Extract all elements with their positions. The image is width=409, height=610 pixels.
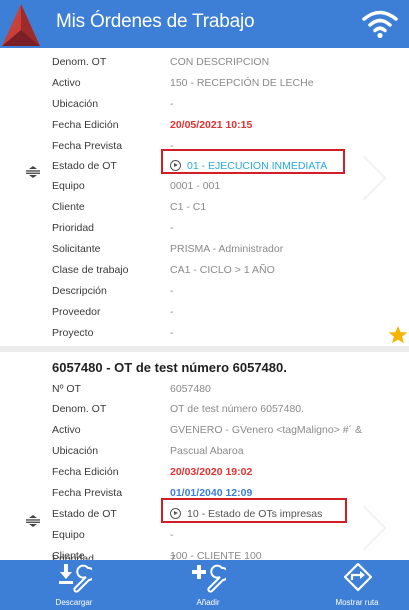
- order-title: 6057480 - OT de test número 6057480.: [52, 360, 287, 375]
- highlight-box: [161, 149, 345, 174]
- show-route-button[interactable]: Mostrar ruta: [326, 560, 388, 610]
- reorder-handle-icon[interactable]: [26, 166, 40, 178]
- download-label: Descargar: [55, 598, 93, 607]
- star-icon[interactable]: [388, 325, 408, 345]
- reorder-handle-icon[interactable]: [26, 515, 40, 527]
- app-logo-icon: [2, 4, 40, 46]
- chevron-right-icon: [341, 155, 387, 201]
- card-divider: [0, 346, 409, 352]
- page-title: Mis Órdenes de Trabajo: [56, 11, 255, 32]
- wifi-icon[interactable]: [362, 9, 398, 39]
- add-label: Añadir: [196, 598, 220, 607]
- add-wrench-icon: [192, 564, 226, 593]
- download-wrench-icon: [59, 564, 92, 593]
- order-list[interactable]: Denom. OT CON DESCRIPCION Activo 150 - R…: [0, 48, 409, 560]
- chevron-right-icon: [341, 505, 387, 551]
- app-header: Mis Órdenes de Trabajo: [0, 0, 409, 48]
- route-icon: [344, 563, 372, 592]
- highlight-box: [161, 498, 347, 523]
- download-button[interactable]: Descargar: [44, 560, 104, 610]
- bottom-toolbar: Descargar Añadir Mostrar ruta: [0, 560, 409, 610]
- add-button[interactable]: Añadir: [178, 560, 238, 610]
- route-label: Mostrar ruta: [335, 598, 379, 607]
